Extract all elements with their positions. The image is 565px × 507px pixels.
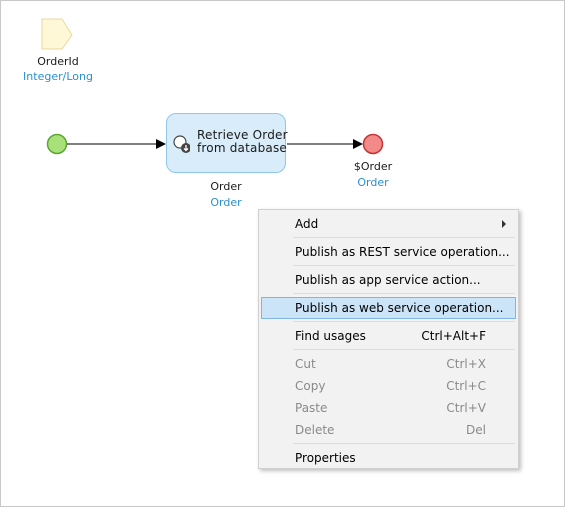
menu-item-delete-label: Delete	[295, 423, 335, 437]
menu-separator	[293, 349, 515, 350]
menu-item-cut[interactable]: Cut Ctrl+X	[261, 353, 516, 375]
menu-separator	[293, 265, 515, 266]
menu-separator	[293, 443, 515, 444]
menu-item-properties-label: Properties	[295, 451, 356, 465]
menu-item-publish-web-label: Publish as web service operation...	[295, 301, 504, 315]
menu-item-publish-rest[interactable]: Publish as REST service operation...	[261, 241, 516, 263]
end-return-type: Order	[357, 176, 389, 189]
parameter-name: OrderId	[37, 55, 79, 68]
menu-item-paste-label: Paste	[295, 401, 328, 415]
activity-caption: Retrieve Order from database	[197, 129, 288, 155]
menu-item-publish-app[interactable]: Publish as app service action...	[261, 269, 516, 291]
menu-item-find-usages-shortcut: Ctrl+Alt+F	[421, 329, 486, 343]
menu-item-copy-label: Copy	[295, 379, 326, 393]
menu-item-add-label: Add	[295, 217, 319, 231]
menu-item-delete-shortcut: Del	[466, 423, 486, 437]
menu-separator	[293, 293, 515, 294]
menu-item-find-usages-label: Find usages	[295, 329, 366, 343]
menu-item-publish-rest-label: Publish as REST service operation...	[295, 245, 510, 259]
end-event[interactable]	[362, 133, 384, 155]
menu-item-paste-shortcut: Ctrl+V	[446, 401, 486, 415]
menu-separator	[293, 321, 515, 322]
flow-arrowhead	[156, 139, 166, 149]
menu-item-paste[interactable]: Paste Ctrl+V	[261, 397, 516, 419]
activity-output-name: Order	[210, 180, 242, 193]
menu-item-cut-shortcut: Ctrl+X	[446, 357, 486, 371]
parameter-shape[interactable]	[41, 18, 73, 50]
menu-item-publish-web[interactable]: Publish as web service operation...	[261, 297, 516, 319]
menu-item-delete[interactable]: Delete Del	[261, 419, 516, 441]
submenu-arrow-icon	[502, 220, 506, 228]
activity-caption-line2: from database	[197, 141, 287, 155]
menu-item-cut-label: Cut	[295, 357, 316, 371]
context-menu: Add Publish as REST service operation...…	[258, 209, 519, 469]
activity-output-type: Order	[210, 196, 242, 209]
menu-item-publish-app-label: Publish as app service action...	[295, 273, 481, 287]
retrieve-database-icon	[173, 135, 190, 153]
end-return-value: $Order	[353, 160, 393, 173]
parameter-type: Integer/Long	[23, 70, 93, 83]
menu-item-add[interactable]: Add	[261, 213, 516, 235]
menu-separator	[293, 237, 515, 238]
menu-item-properties[interactable]: Properties	[261, 447, 516, 469]
menu-item-copy[interactable]: Copy Ctrl+C	[261, 375, 516, 397]
menu-item-copy-shortcut: Ctrl+C	[446, 379, 486, 393]
start-event[interactable]	[46, 133, 68, 155]
menu-item-find-usages[interactable]: Find usages Ctrl+Alt+F	[261, 325, 516, 347]
flow-arrowhead	[353, 139, 363, 149]
